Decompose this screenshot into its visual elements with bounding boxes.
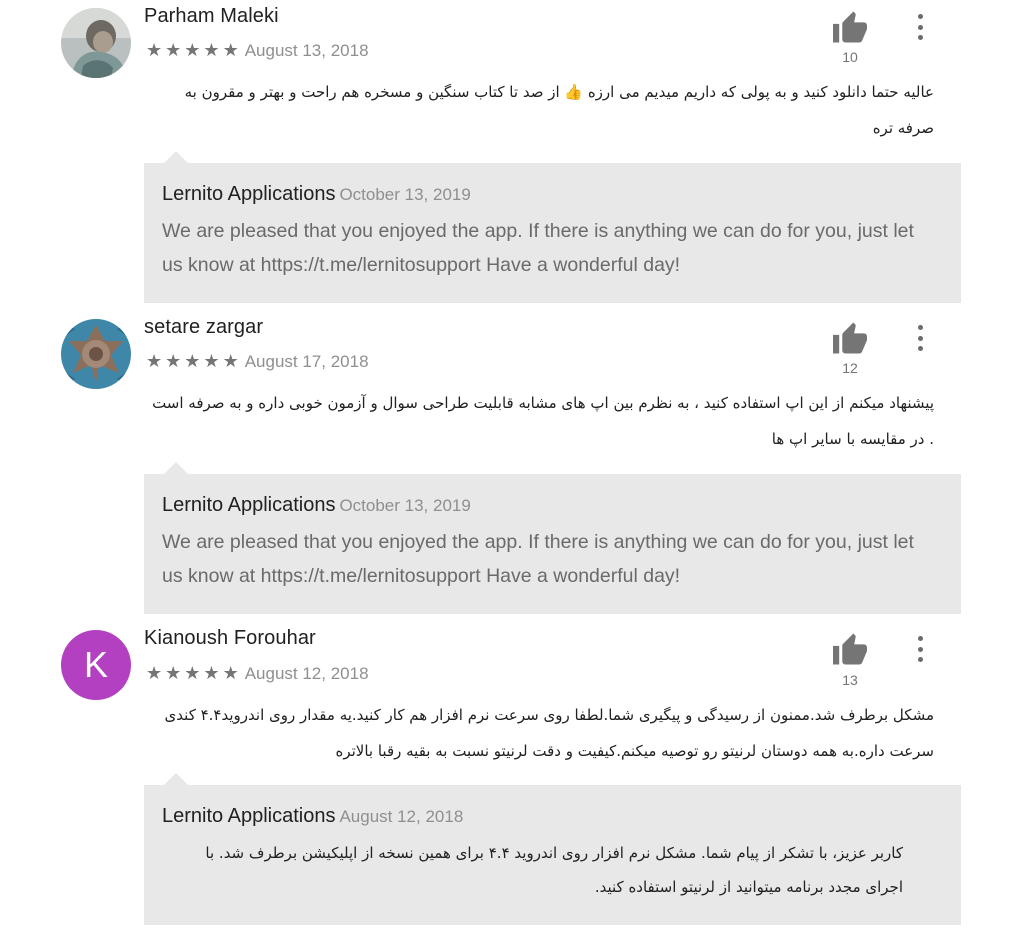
reply-developer-name: Lernito Applications [162,805,336,827]
star-icon: ★ [222,40,239,61]
star-icon: ★ [146,351,163,372]
reply-text: We are pleased that you enjoyed the app.… [162,214,943,282]
review-text: عالیه حتما دانلود کنید و به پولی که داری… [134,74,934,146]
rating-row: ★ ★ ★ ★ ★ August 17, 2018 [146,352,369,372]
avatar-tile-pattern [61,319,131,389]
like-count: 10 [842,49,858,65]
star-icon: ★ [184,351,201,372]
reply-text: We are pleased that you enjoyed the app.… [162,525,943,593]
like-count: 12 [842,360,858,376]
reply-text-line: We are pleased that you enjoyed the app.… [162,531,914,553]
review-date: August 17, 2018 [244,352,369,371]
review-date: August 12, 2018 [244,664,369,683]
developer-reply: Lernito Applications October 13, 2019 We … [144,151,961,303]
review-text-line: پیشنهاد میکنم از این اپ استفاده کنید ، ب… [152,394,934,412]
reply-header: Lernito Applications October 13, 2019 [162,183,943,206]
review-text-line: سرعت داره.به همه دوستان لرنیتو رو توصیه … [335,742,934,760]
avatar-letter: K [83,644,108,685]
reply-header: Lernito Applications August 12, 2018 [162,805,943,828]
reply-header: Lernito Applications October 13, 2019 [162,494,943,517]
star-icon: ★ [203,40,220,61]
review-card: Parham Maleki ★ ★ ★ ★ ★ August 13, 2018 … [0,0,1024,310]
thumbs-up-icon[interactable] [831,632,869,666]
more-options-icon[interactable] [908,634,932,664]
review-author: Parham Maleki [144,5,279,27]
review-text: مشکل برطرف شد.ممنون از رسیدگی و پیگیری ش… [134,697,934,769]
review-date: August 13, 2018 [244,41,369,60]
like-count: 13 [842,672,858,688]
reply-date: August 12, 2018 [339,807,464,826]
review-card: setare zargar ★ ★ ★ ★ ★ August 17, 2018 … [0,311,1024,621]
reply-text-line: اجرای مجدد برنامه میتوانید از لرنیتو است… [594,878,903,896]
star-rating: ★ ★ ★ ★ ★ [146,665,239,683]
reply-text-line: us know at https://t.me/lernitosupport H… [162,254,681,276]
star-icon: ★ [203,351,220,372]
star-icon: ★ [184,663,201,684]
star-icon: ★ [165,351,182,372]
rating-row: ★ ★ ★ ★ ★ August 12, 2018 [146,664,369,684]
star-icon: ★ [222,351,239,372]
star-icon: ★ [146,663,163,684]
star-icon: ★ [146,40,163,61]
star-icon: ★ [165,663,182,684]
star-icon: ★ [203,663,220,684]
review-text-line: . در مقایسه با سایر اپ ها [771,430,934,448]
review-author: setare zargar [144,316,264,338]
reply-text: کاربر عزیز، با تشکر از پیام شما. مشکل نر… [162,836,943,904]
star-icon: ★ [222,663,239,684]
review-author: Kianoush Forouhar [144,627,316,649]
reply-text-line: us know at https://t.me/lernitosupport H… [162,565,681,587]
developer-reply: Lernito Applications August 12, 2018 کارب… [144,773,961,925]
review-text: پیشنهاد میکنم از این اپ استفاده کنید ، ب… [134,385,934,457]
rating-row: ★ ★ ★ ★ ★ August 13, 2018 [146,41,369,61]
star-icon: ★ [165,40,182,61]
star-icon: ★ [184,40,201,61]
star-rating: ★ ★ ★ ★ ★ [146,42,239,60]
avatar-photo [61,8,131,78]
review-text-line: صرفه تره [872,119,934,137]
avatar[interactable]: K [61,630,131,700]
reply-developer-name: Lernito Applications [162,494,336,516]
more-options-icon[interactable] [908,12,932,42]
review-text-line: مشکل برطرف شد.ممنون از رسیدگی و پیگیری ش… [164,706,934,724]
reply-date: October 13, 2019 [339,496,471,515]
reply-developer-name: Lernito Applications [162,183,336,205]
avatar[interactable] [61,8,131,78]
thumbs-up-icon[interactable] [831,10,869,44]
reply-date: October 13, 2019 [339,185,471,204]
review-card: K Kianoush Forouhar ★ ★ ★ ★ ★ August 12,… [0,622,1024,934]
more-options-icon[interactable] [908,323,932,353]
thumbs-up-icon[interactable] [831,321,869,355]
review-text-line: عالیه حتما دانلود کنید و به پولی که داری… [184,83,934,101]
star-rating: ★ ★ ★ ★ ★ [146,353,239,371]
reply-text-line: کاربر عزیز، با تشکر از پیام شما. مشکل نر… [205,844,903,862]
reply-text-line: We are pleased that you enjoyed the app.… [162,220,914,242]
avatar[interactable] [61,319,131,389]
developer-reply: Lernito Applications October 13, 2019 We … [144,462,961,614]
